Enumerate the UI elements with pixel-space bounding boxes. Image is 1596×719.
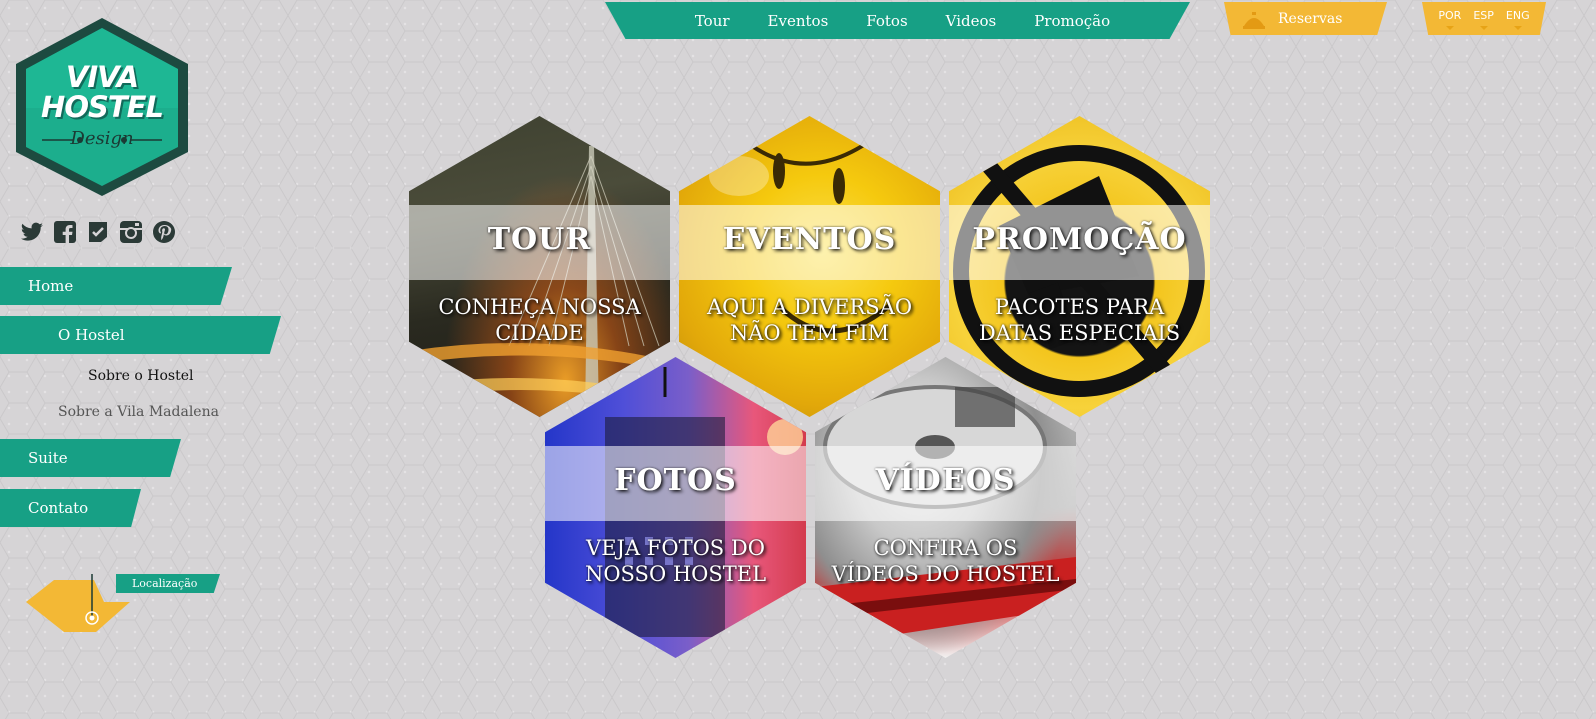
nav-tour[interactable]: Tour [695, 12, 730, 30]
tile-eventos-title: EVENTOS [722, 222, 897, 257]
nav-fotos[interactable]: Fotos [866, 12, 907, 30]
facebook-icon[interactable] [53, 220, 77, 244]
foursquare-icon[interactable] [86, 220, 110, 244]
tile-tour-title: TOUR [487, 222, 592, 257]
nav-promocao[interactable]: Promoção [1034, 12, 1110, 30]
tile-promocao[interactable]: PROMOÇÃO PACOTES PARA DATAS ESPECIAIS [949, 116, 1210, 417]
logo-design-text: Design [70, 128, 134, 149]
reservas-label: Reservas [1278, 10, 1343, 27]
lang-por[interactable]: POR [1438, 9, 1461, 28]
twitter-icon[interactable] [20, 220, 44, 244]
viva-hostel-logo[interactable]: VIVA HOSTEL Design [12, 16, 192, 196]
tile-videos[interactable]: VÍDEOS CONFIRA OS VÍDEOS DO HOSTEL [815, 357, 1076, 658]
tile-promocao-title: PROMOÇÃO [972, 222, 1187, 257]
sidebar-item-contato[interactable]: Contato [0, 489, 141, 527]
tile-eventos[interactable]: EVENTOS AQUI A DIVERSÃO NÃO TEM FIM [679, 116, 940, 417]
nav-eventos[interactable]: Eventos [768, 12, 829, 30]
reservas-button[interactable]: Reservas [1224, 2, 1387, 35]
tile-videos-title: VÍDEOS [875, 463, 1016, 498]
logo-hostel-text: HOSTEL [41, 90, 164, 124]
tile-promocao-subtitle: PACOTES PARA DATAS ESPECIAIS [978, 295, 1181, 345]
top-navigation: Tour Eventos Fotos Videos Promoção [605, 2, 1190, 39]
lang-esp[interactable]: ESP [1473, 9, 1494, 28]
tile-videos-subtitle: CONFIRA OS VÍDEOS DO HOSTEL [831, 536, 1060, 586]
nav-videos[interactable]: Videos [946, 12, 997, 30]
tile-eventos-subtitle: AQUI A DIVERSÃO NÃO TEM FIM [706, 295, 913, 345]
tile-fotos-title: FOTOS [614, 463, 737, 498]
location-label[interactable]: Localização [116, 574, 220, 593]
tile-tour-subtitle: CONHEÇA NOSSA CIDADE [438, 295, 641, 345]
location-widget[interactable]: Localização [24, 572, 220, 636]
sidebar-subitem-sobre-o-hostel[interactable]: Sobre o Hostel [88, 368, 194, 384]
sidebar-subitem-sobre-a-vila-madalena[interactable]: Sobre a Vila Madalena [58, 404, 219, 420]
sidebar-item-home[interactable]: Home [0, 267, 232, 305]
language-selector: POR ESP ENG [1422, 2, 1546, 35]
lang-eng[interactable]: ENG [1506, 9, 1530, 28]
social-links [20, 220, 176, 244]
tile-fotos[interactable]: FOTOS VEJA FOTOS DO NOSSO HOSTEL [545, 357, 806, 658]
tile-fotos-subtitle: VEJA FOTOS DO NOSSO HOSTEL [584, 536, 767, 586]
sidebar-item-suite[interactable]: Suite [0, 439, 181, 477]
instagram-icon[interactable] [119, 220, 143, 244]
sidebar-item-o-hostel[interactable]: O Hostel [0, 316, 281, 354]
logo-viva-text: VIVA [65, 60, 139, 94]
reception-bell-icon [1243, 11, 1265, 29]
pinterest-icon[interactable] [152, 220, 176, 244]
tile-tour[interactable]: TOUR CONHEÇA NOSSA CIDADE [409, 116, 670, 417]
